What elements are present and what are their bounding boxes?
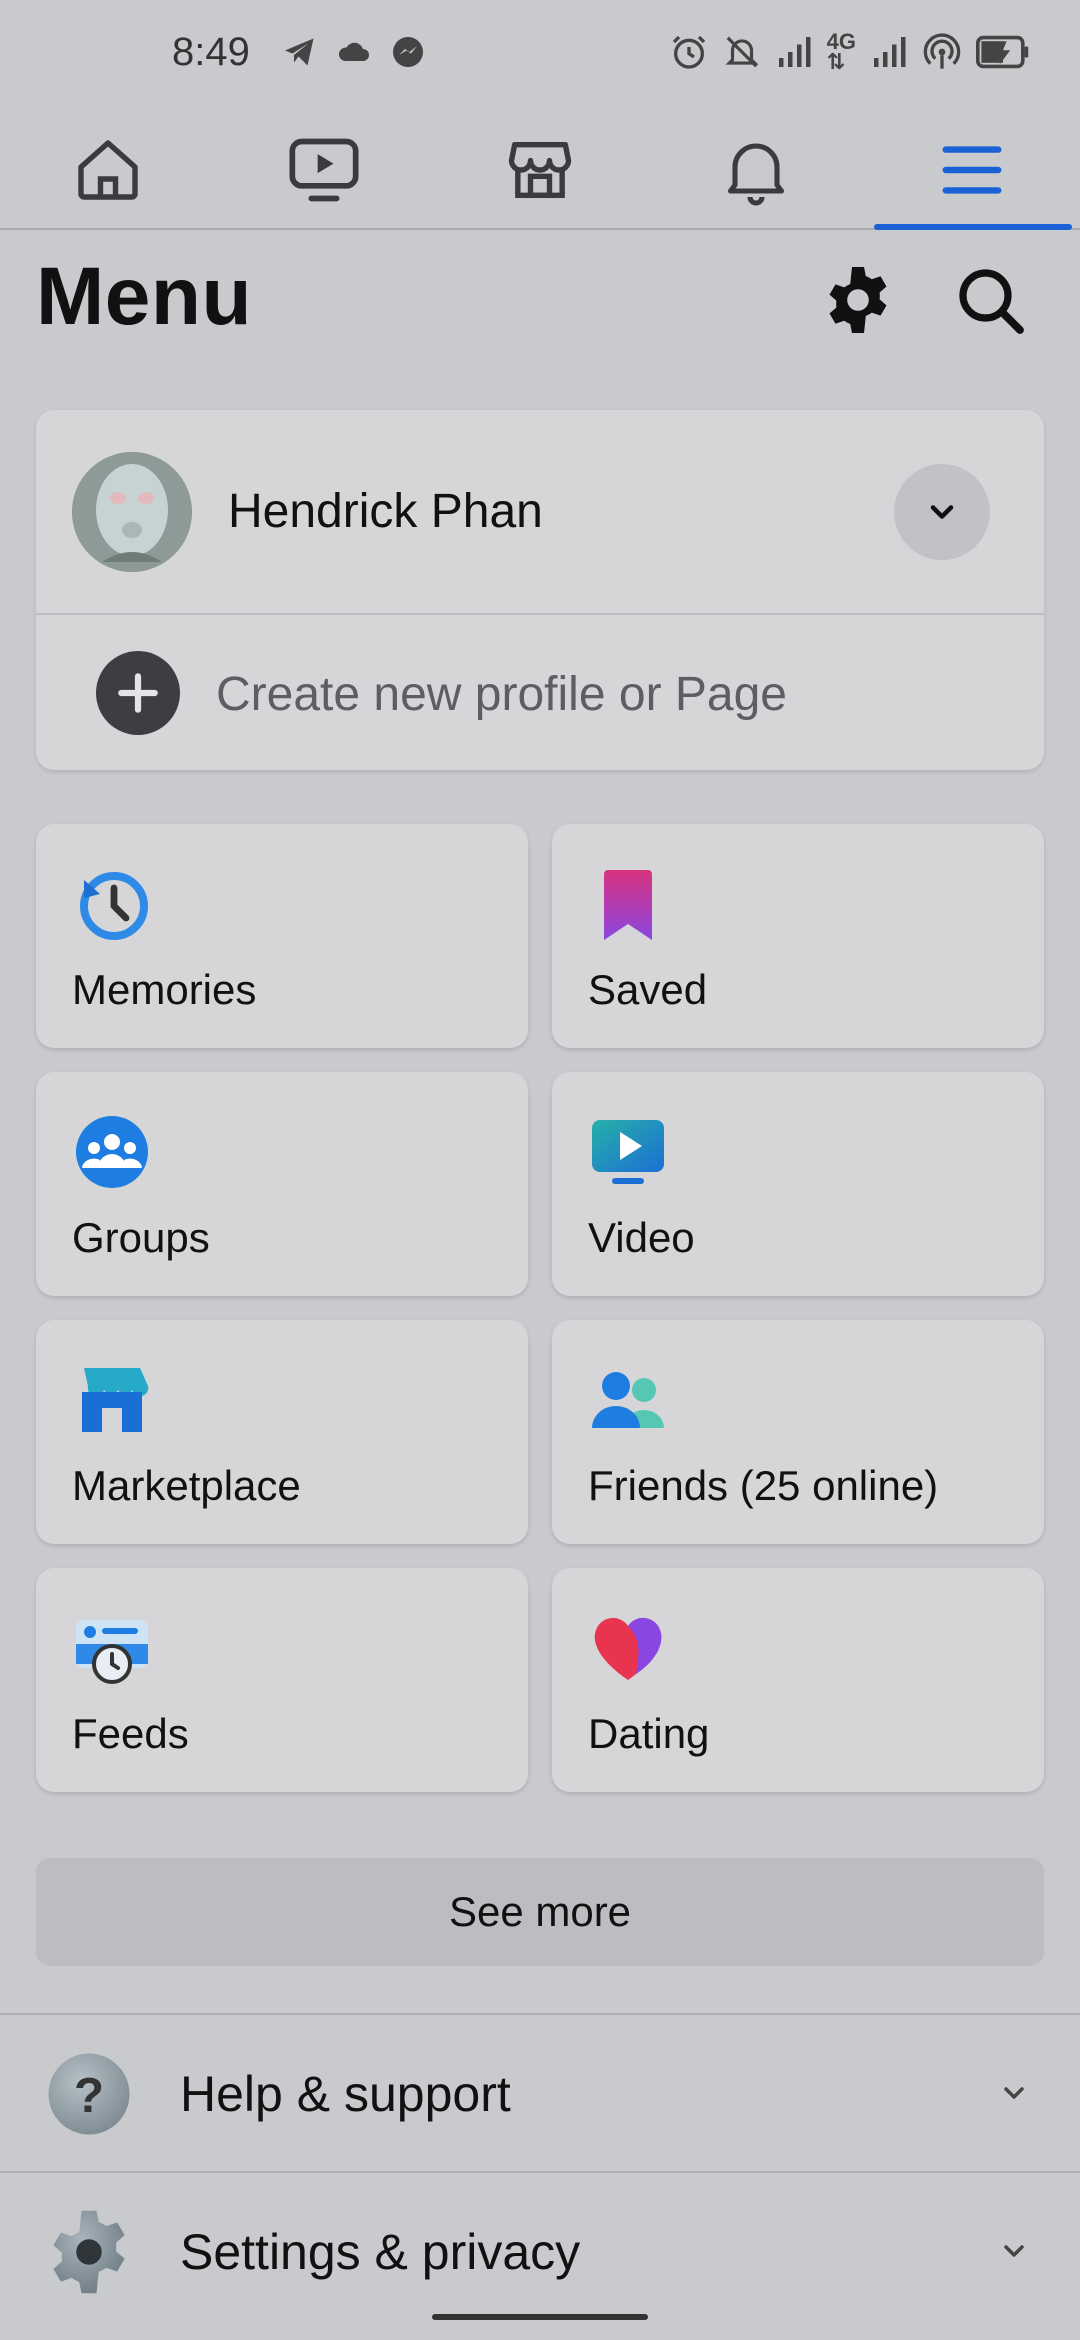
chevron-down-icon (1004, 2087, 1024, 2099)
signal-icon (874, 37, 906, 67)
video-tv-icon (592, 1120, 664, 1184)
tab-video[interactable] (264, 110, 384, 230)
section-label: Help & support (180, 2066, 511, 2122)
help-support-row[interactable]: ? Help & support (0, 2015, 1080, 2171)
bell-icon (727, 143, 785, 206)
avatar-photo (72, 452, 192, 572)
marketplace-icon (508, 141, 572, 199)
shortcut-friends[interactable]: Friends (25 online) (552, 1320, 1044, 1544)
profile-name[interactable]: Hendrick Phan (228, 484, 543, 539)
tile-label: Video (588, 1214, 695, 1261)
telegram-icon (285, 38, 314, 66)
section-label: Settings & privacy (180, 2224, 581, 2280)
menu-icon (942, 146, 1002, 194)
tab-home[interactable] (48, 110, 168, 230)
marketplace-store-icon (82, 1368, 149, 1432)
tile-label: Feeds (72, 1710, 189, 1757)
settings-gear-icon (53, 2210, 125, 2294)
tile-label: Groups (72, 1214, 210, 1261)
tab-notifications[interactable] (696, 110, 816, 230)
tile-label: Marketplace (72, 1462, 301, 1509)
groups-icon (76, 1116, 148, 1188)
search-button[interactable] (952, 262, 1028, 338)
shortcut-groups[interactable]: Groups (36, 1072, 528, 1296)
memories-clock-icon (80, 872, 148, 940)
see-more-button[interactable]: See more (36, 1858, 1044, 1966)
plus-icon (96, 651, 180, 735)
profile-switch-button[interactable] (894, 464, 990, 560)
signal-icon (778, 37, 811, 67)
help-question-icon: ? (48, 2053, 130, 2135)
tile-label: Saved (588, 966, 708, 1013)
top-navigation (0, 110, 1080, 230)
chevron-down-icon (930, 505, 954, 519)
status-right-icons: 4G ⇅ (669, 29, 1030, 74)
settings-button[interactable] (820, 262, 896, 338)
profile-card: Hendrick Phan Create new profile or Page (36, 410, 1044, 770)
messenger-icon (393, 37, 423, 67)
shortcut-video[interactable]: Video (552, 1072, 1044, 1296)
settings-gear-icon (829, 267, 887, 333)
4g-icon: 4G ⇅ (826, 29, 856, 74)
alarm-icon (672, 35, 705, 69)
tile-label: Memories (72, 966, 257, 1013)
shortcut-feeds[interactable]: Feeds (36, 1568, 528, 1792)
shortcut-saved[interactable]: Saved (552, 824, 1044, 1048)
video-icon (289, 138, 359, 202)
saved-bookmark-icon (604, 870, 652, 940)
settings-privacy-row[interactable]: Settings & privacy (0, 2173, 1080, 2329)
create-profile-label: Create new profile or Page (216, 668, 787, 721)
avatar[interactable] (72, 452, 192, 572)
create-profile-row[interactable]: Create new profile or Page (36, 615, 1044, 770)
tab-marketplace[interactable] (480, 110, 600, 230)
status-bar: 8:49 4G ⇅ (0, 0, 1080, 110)
tile-label: Dating (588, 1710, 710, 1757)
chevron-down-icon (1004, 2245, 1024, 2257)
svg-text:?: ? (74, 2068, 104, 2123)
search-icon (959, 269, 1024, 334)
status-time: 8:49 (172, 30, 250, 74)
shortcut-dating[interactable]: Dating (552, 1568, 1044, 1792)
page-title: Menu (36, 251, 253, 342)
shortcut-marketplace[interactable]: Marketplace (36, 1320, 528, 1544)
cloud-icon (338, 42, 369, 61)
home-icon (78, 140, 138, 200)
shortcut-memories[interactable]: Memories (36, 824, 528, 1048)
tile-label: Friends (25 online) (588, 1462, 939, 1509)
tab-menu[interactable] (912, 110, 1032, 230)
dating-heart-icon (594, 1617, 662, 1680)
battery-charging-icon (976, 35, 1029, 69)
active-tab-indicator (874, 224, 1072, 230)
status-left-icons (282, 34, 426, 70)
friends-icon (592, 1372, 664, 1428)
feeds-icon (76, 1620, 148, 1684)
hotspot-icon (923, 33, 961, 69)
home-indicator[interactable] (432, 2314, 648, 2320)
bell-off-icon (725, 36, 759, 68)
